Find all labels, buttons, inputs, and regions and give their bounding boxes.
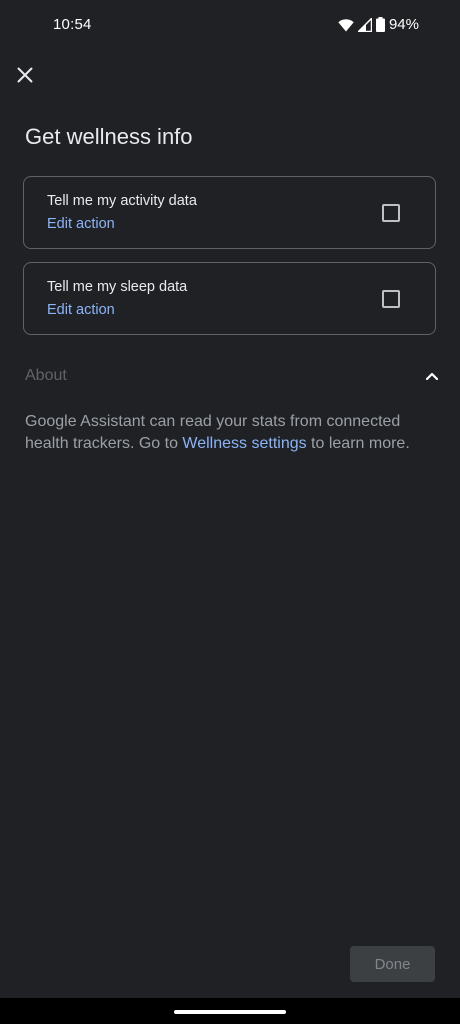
status-bar: 10:54 94% xyxy=(0,0,460,52)
wifi-icon xyxy=(338,18,354,32)
chevron-up-icon xyxy=(425,368,439,386)
edit-action-link[interactable]: Edit action xyxy=(47,302,115,318)
about-label: About xyxy=(25,367,67,384)
about-description: Google Assistant can read your stats fro… xyxy=(25,411,437,455)
wellness-settings-link[interactable]: Wellness settings xyxy=(182,435,306,452)
edit-action-link[interactable]: Edit action xyxy=(47,216,115,232)
action-title: Tell me my activity data xyxy=(47,193,197,209)
cell-signal-icon xyxy=(357,17,372,32)
sleep-checkbox[interactable] xyxy=(382,290,400,308)
about-toggle[interactable]: About xyxy=(25,366,443,388)
home-indicator[interactable] xyxy=(174,1010,286,1014)
navigation-bar xyxy=(0,998,460,1024)
activity-checkbox[interactable] xyxy=(382,204,400,222)
action-title: Tell me my sleep data xyxy=(47,279,188,295)
action-card-sleep[interactable]: Tell me my sleep data Edit action xyxy=(23,262,436,335)
battery-icon xyxy=(375,17,385,32)
status-time: 10:54 xyxy=(53,16,92,33)
screen: 10:54 94% Get wellness info Tell me my a… xyxy=(0,0,460,1024)
close-button[interactable] xyxy=(10,62,40,92)
done-button[interactable]: Done xyxy=(350,946,435,982)
about-text-after: to learn more. xyxy=(306,435,410,452)
battery-percentage: 94% xyxy=(388,16,419,33)
action-card-activity[interactable]: Tell me my activity data Edit action xyxy=(23,176,436,249)
close-icon xyxy=(17,67,33,88)
page-title: Get wellness info xyxy=(25,124,193,149)
status-icons: 94% xyxy=(338,16,419,33)
